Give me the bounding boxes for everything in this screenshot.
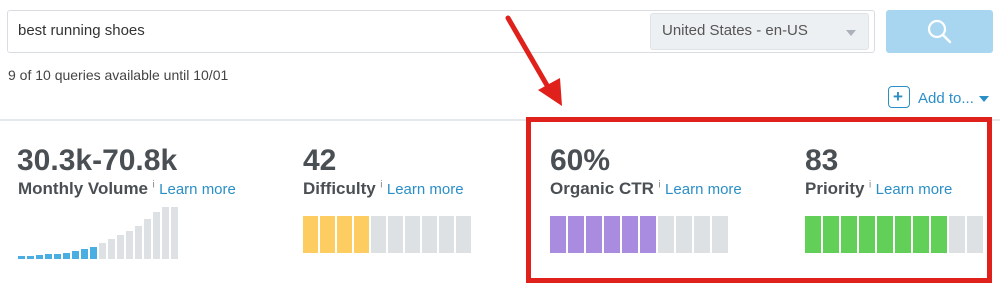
meter-segment <box>456 216 471 253</box>
volume-bar <box>72 251 79 259</box>
volume-bar <box>126 231 133 259</box>
volume-bar <box>36 255 43 259</box>
plus-icon[interactable]: + <box>893 86 903 108</box>
volume-bar <box>171 207 178 259</box>
metric-label-volume: Monthly Volume <box>18 179 149 198</box>
volume-trend-chart <box>18 207 178 259</box>
volume-bar <box>63 253 70 259</box>
metric-value-difficulty: 42 <box>303 144 337 177</box>
highlight-box <box>526 117 992 283</box>
search-icon <box>927 19 952 44</box>
meter-segment <box>388 216 403 253</box>
volume-bar <box>99 243 106 259</box>
search-button[interactable] <box>886 10 993 53</box>
meter-segment <box>371 216 386 253</box>
meter-segment <box>422 216 437 253</box>
meter-segment <box>320 216 335 253</box>
metric-difficulty-header: Difficulty i Learn more <box>303 179 464 199</box>
volume-bar <box>135 226 142 259</box>
meter-segment <box>303 216 318 253</box>
meter-segment <box>354 216 369 253</box>
chevron-down-icon[interactable] <box>979 96 989 102</box>
volume-bar <box>144 219 151 259</box>
metric-label-difficulty: Difficulty <box>303 179 376 198</box>
volume-bar <box>90 247 97 259</box>
difficulty-meter <box>303 216 471 253</box>
volume-bar <box>45 254 52 259</box>
volume-bar <box>27 256 34 259</box>
volume-bar <box>162 207 169 259</box>
quota-text: 9 of 10 queries available until 10/01 <box>8 67 229 83</box>
locale-select-value[interactable]: United States - en-US <box>662 22 808 39</box>
volume-bar <box>153 212 160 259</box>
add-to-label[interactable]: Add to... <box>918 90 974 107</box>
meter-segment <box>337 216 352 253</box>
volume-bar <box>117 235 124 259</box>
info-icon[interactable]: i <box>380 180 382 191</box>
metric-value-volume: 30.3k-70.8k <box>17 144 178 177</box>
volume-bar <box>54 254 61 259</box>
arrow-annotation <box>505 15 562 106</box>
meter-segment <box>405 216 420 253</box>
learn-more-link[interactable]: Learn more <box>387 181 464 198</box>
chevron-down-icon[interactable] <box>846 30 856 36</box>
meter-segment <box>439 216 454 253</box>
info-icon[interactable]: i <box>152 180 154 191</box>
volume-bar <box>81 249 88 259</box>
volume-bar <box>108 239 115 259</box>
metric-volume-header: Monthly Volume i Learn more <box>18 179 236 199</box>
search-input[interactable]: best running shoes <box>18 22 145 39</box>
learn-more-link[interactable]: Learn more <box>159 181 236 198</box>
volume-bar <box>18 256 25 259</box>
